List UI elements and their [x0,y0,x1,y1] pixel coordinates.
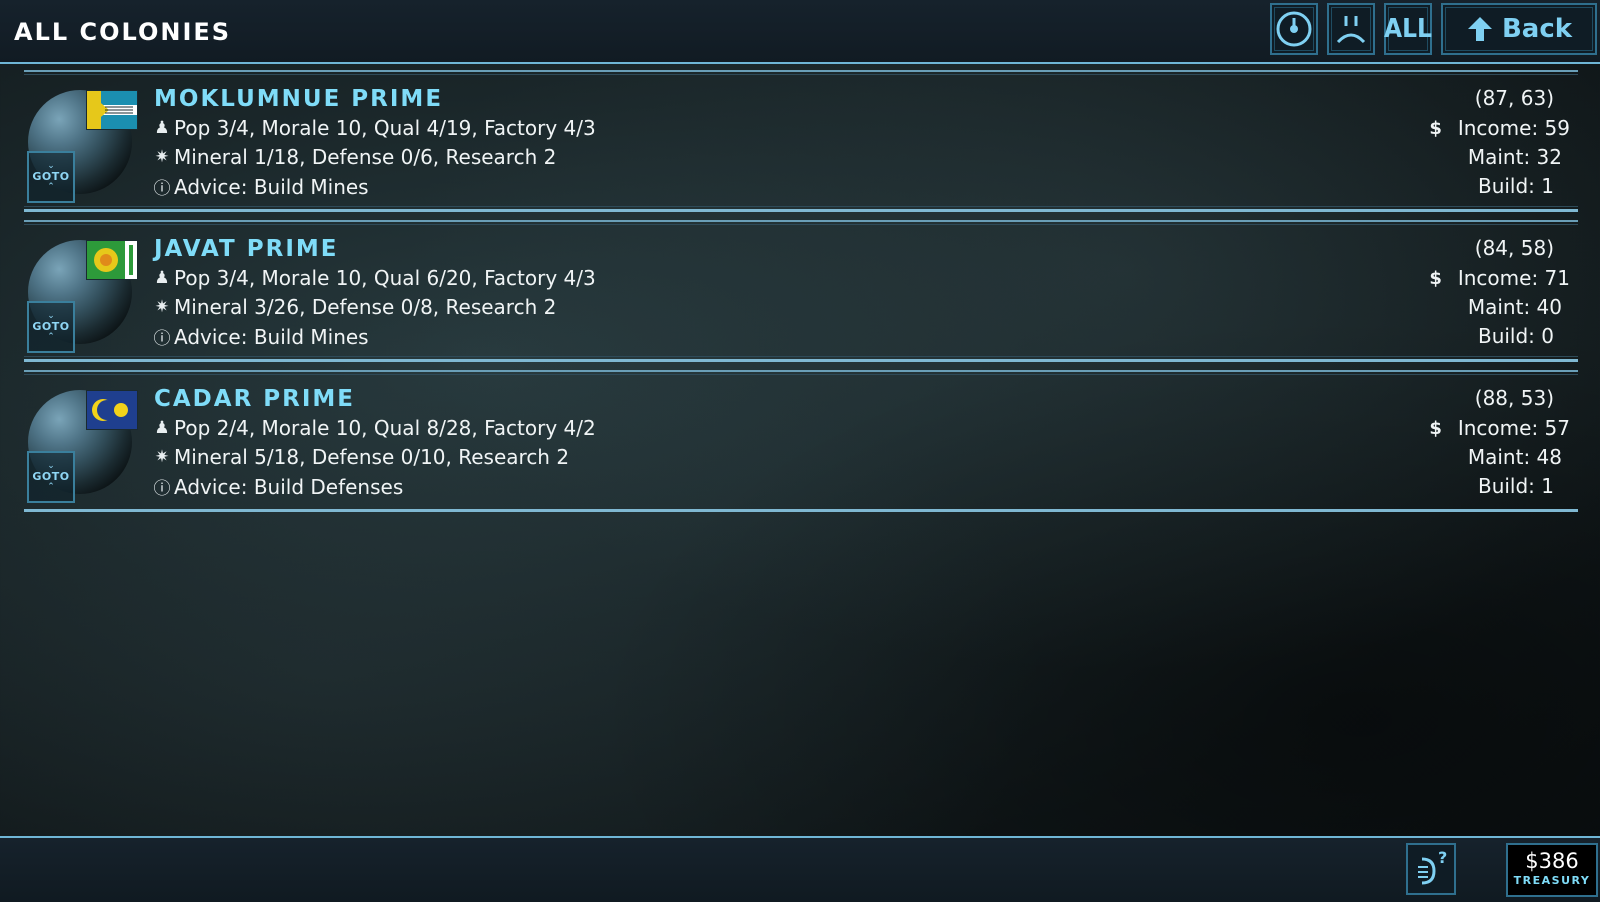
goto-button[interactable]: ⌄ GOTO ⌃ [27,451,75,503]
colony-name[interactable]: CADAR PRIME [154,386,355,412]
colony-coordinates: (87, 63) [1474,86,1554,110]
colony-row[interactable]: ⌄ GOTO ⌃ CADAR PRIME ♟ Pop 2/4, Morale 10… [24,370,1578,512]
colony-row[interactable]: ⌄ GOTO ⌃ MOKLUMNUE PRIME ♟ Pop 3/4, Moral… [24,70,1578,212]
chevron-up-icon: ⌃ [47,332,55,342]
info-icon: ⓘ [153,479,171,499]
row-divider [24,206,1578,207]
income-value: Income: 59 [1457,116,1570,140]
top-bar: ALL COLONIES ALL Back [0,0,1600,64]
build-value: Build: 1 [1477,474,1554,498]
svg-text:?: ? [1438,848,1447,867]
row-divider [24,74,1578,75]
row-divider [24,220,1578,222]
colony-coordinates: (88, 53) [1474,386,1554,410]
info-icon: ⓘ [153,179,171,199]
colony-name[interactable]: MOKLUMNUE PRIME [154,86,443,112]
clock-icon [1276,11,1312,47]
mineral-stats: Mineral 5/18, Defense 0/10, Research 2 [174,445,570,469]
mineral-icon: ✷ [154,447,170,467]
unhappy-colonies-button[interactable] [1327,3,1375,55]
goto-button[interactable]: ⌄ GOTO ⌃ [27,151,75,203]
turns-button[interactable] [1270,3,1318,55]
advice-text: Advice: Build Defenses [174,474,404,499]
row-divider [24,370,1578,372]
colony-flag [86,90,138,130]
population-stats: Pop 2/4, Morale 10, Qual 8/28, Factory 4… [174,416,596,440]
colony-flag [86,240,138,280]
goto-button[interactable]: ⌄ GOTO ⌃ [27,301,75,353]
all-filter-label: ALL [1384,14,1432,44]
row-divider [24,70,1578,72]
row-divider [24,356,1578,357]
row-divider [24,509,1578,512]
page-title: ALL COLONIES [14,18,232,46]
income-value: Income: 57 [1457,416,1570,440]
mineral-icon: ✷ [154,147,170,167]
back-button[interactable]: Back [1441,3,1597,55]
back-arrow-icon [1467,17,1492,41]
maintenance-value: Maint: 32 [1467,145,1562,169]
build-value: Build: 0 [1477,324,1554,348]
maintenance-value: Maint: 48 [1467,445,1562,469]
dollar-icon: $ [1429,417,1442,439]
help-button[interactable]: ? [1406,843,1456,895]
population-stats: Pop 3/4, Morale 10, Qual 6/20, Factory 4… [174,266,596,290]
colony-flag [86,390,138,430]
back-label: Back [1501,14,1573,44]
population-stats: Pop 3/4, Morale 10, Qual 4/19, Factory 4… [174,116,596,140]
income-value: Income: 71 [1457,266,1570,290]
population-icon: ♟ [154,418,170,438]
colony-row[interactable]: ⌄ GOTO ⌃ JAVAT PRIME ♟ Pop 3/4, Morale 10… [24,220,1578,362]
chevron-up-icon: ⌃ [47,482,55,492]
help-icon: ? [1418,848,1447,885]
population-icon: ♟ [154,268,170,288]
mineral-icon: ✷ [154,297,170,317]
treasury-label: TREASURY [1513,874,1591,887]
row-divider [24,359,1578,362]
colony-coordinates: (84, 58) [1474,236,1554,260]
mineral-stats: Mineral 1/18, Defense 0/6, Research 2 [174,145,557,169]
population-icon: ♟ [154,118,170,138]
row-divider [24,224,1578,225]
sad-face-icon [1336,16,1366,44]
dollar-icon: $ [1429,267,1442,289]
colony-name[interactable]: JAVAT PRIME [154,236,338,262]
treasury-display: $386 TREASURY [1506,843,1598,897]
maintenance-value: Maint: 40 [1467,295,1562,319]
row-divider [24,209,1578,212]
advice-text: Advice: Build Mines [174,324,369,349]
dollar-icon: $ [1429,117,1442,139]
row-divider [24,374,1578,375]
advice-text: Advice: Build Mines [174,174,369,199]
chevron-up-icon: ⌃ [47,182,55,192]
build-value: Build: 1 [1477,174,1554,198]
treasury-value: $386 [1525,849,1579,873]
all-filter-button[interactable]: ALL [1384,3,1432,55]
info-icon: ⓘ [153,329,171,349]
bottom-bar [0,836,1600,902]
mineral-stats: Mineral 3/26, Defense 0/8, Research 2 [174,295,557,319]
